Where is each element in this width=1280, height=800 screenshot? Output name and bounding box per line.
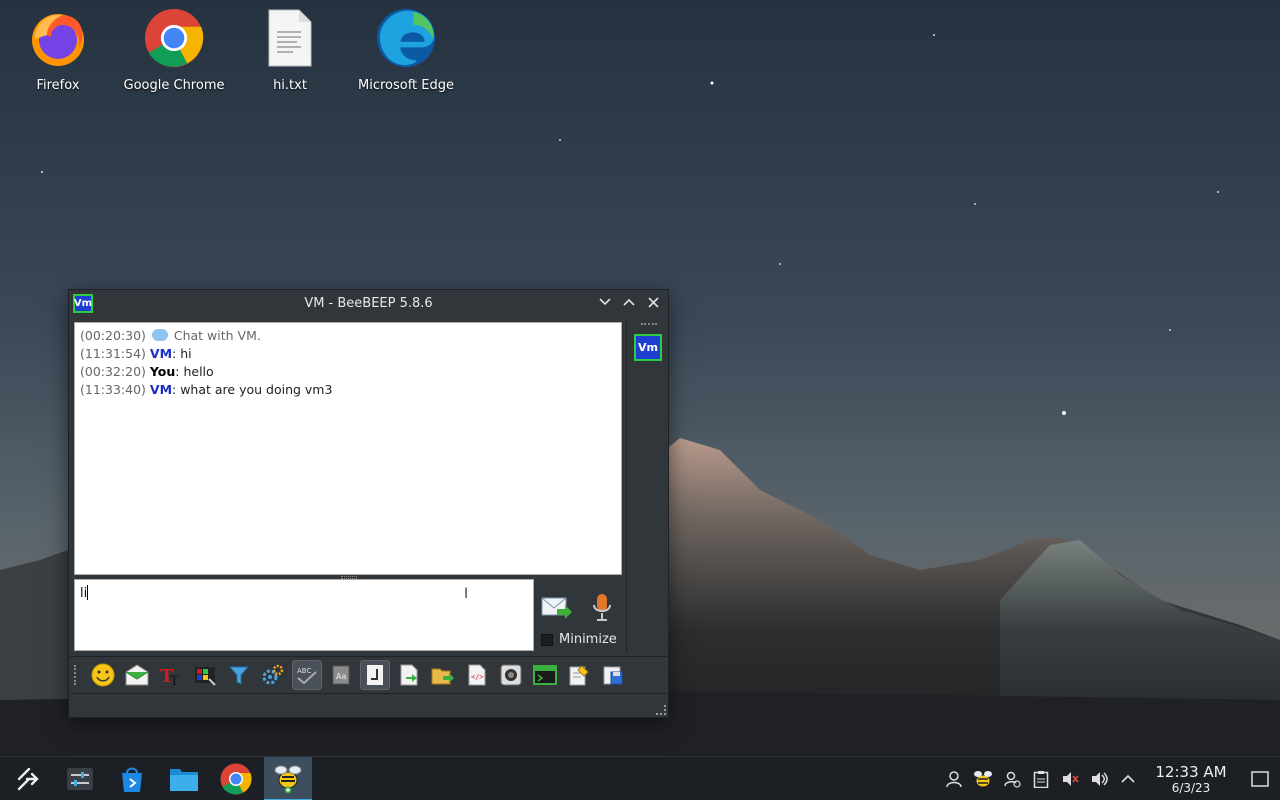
text-caret [87, 585, 89, 600]
sidebar-grip[interactable] [641, 323, 657, 327]
volume-icon[interactable] [1084, 757, 1113, 800]
user-icon[interactable] [939, 757, 968, 800]
voice-message-button[interactable] [591, 593, 613, 623]
user-sidebar: Vm [626, 320, 668, 653]
application-launcher-icon[interactable] [4, 757, 52, 800]
desktop-icon-firefox[interactable]: Firefox [0, 6, 116, 93]
audio-muted-icon[interactable] [1055, 757, 1084, 800]
settings-gears-icon[interactable] [258, 660, 288, 690]
word-completion-icon[interactable] [360, 660, 390, 690]
toolbar-grip[interactable] [74, 665, 78, 685]
discover-store-icon[interactable] [108, 757, 156, 800]
file-manager-icon[interactable] [160, 757, 208, 800]
open-mail-icon[interactable] [122, 660, 152, 690]
minimize-window-icon[interactable] [596, 293, 614, 311]
desktop-icon-hi-txt[interactable]: hi.txt [232, 6, 348, 93]
screenshot-icon[interactable] [496, 660, 526, 690]
message-text: : hi [172, 346, 192, 361]
clock-time: 12:33 AM [1155, 762, 1227, 781]
notes-edit-icon[interactable] [564, 660, 594, 690]
desktop-icon-microsoft-edge[interactable]: Microsoft Edge [348, 6, 464, 93]
beebeep-taskbar-icon[interactable] [264, 756, 312, 800]
emoticon-icon[interactable] [88, 660, 118, 690]
clock[interactable]: 12:33 AM 6/3/23 [1150, 762, 1232, 795]
send-file-icon[interactable] [394, 660, 424, 690]
resize-grip-icon[interactable] [656, 705, 666, 715]
message-timestamp: (00:32:20) [80, 364, 146, 379]
minimize-label: Minimize [559, 632, 617, 647]
message-input-text: li [80, 586, 88, 601]
status-bar [69, 695, 668, 717]
chat-history[interactable]: (00:20:30) Chat with VM. (11:31:54) VM: … [74, 322, 622, 575]
desktop-icon-label: Google Chrome [123, 78, 225, 93]
svg-text:T: T [170, 674, 179, 687]
message-sender: VM [149, 346, 173, 361]
taskbar: 12:33 AM 6/3/23 [0, 756, 1280, 800]
chat-toolbar: TT ABC Aa </> [70, 656, 667, 694]
filter-icon[interactable] [224, 660, 254, 690]
firefox-icon [28, 6, 88, 70]
maximize-window-icon[interactable] [620, 293, 638, 311]
desktop-icon-label: hi.txt [273, 78, 307, 93]
chat-message: (11:31:54) VM: hi [80, 345, 616, 363]
message-text: Chat with VM. [173, 328, 261, 343]
chat-message: (00:20:30) Chat with VM. [80, 327, 616, 345]
window-title: VM - BeeBEEP 5.8.6 [304, 295, 433, 311]
color-picker-icon[interactable] [190, 660, 220, 690]
message-input[interactable]: li I [74, 579, 534, 651]
chevron-up-icon[interactable] [1113, 757, 1142, 800]
chat-message: (00:32:20) You: hello [80, 363, 616, 381]
system-settings-icon[interactable] [56, 757, 104, 800]
send-message-button[interactable] [541, 595, 573, 621]
font-icon[interactable]: TT [156, 660, 186, 690]
message-text: : what are you doing vm3 [172, 382, 333, 397]
desktop-icon-label: Microsoft Edge [357, 78, 454, 93]
message-timestamp: (00:20:30) [80, 328, 146, 343]
dictionary-icon[interactable]: Aa [326, 660, 356, 690]
user-avatar-vm[interactable]: Vm [634, 334, 662, 361]
svg-text:Aa: Aa [336, 672, 346, 681]
message-timestamp: (11:33:40) [80, 382, 146, 397]
beebeep-tray-icon[interactable] [968, 757, 997, 800]
ibeam-cursor-icon: I [464, 586, 469, 602]
desktop-icon-label: Firefox [36, 78, 80, 93]
svg-text:</>: </> [471, 673, 484, 681]
message-text: : hello [175, 364, 214, 379]
save-chat-icon[interactable] [598, 660, 628, 690]
chat-message: (11:33:40) VM: what are you doing vm3 [80, 381, 616, 399]
message-sender: You [149, 364, 176, 379]
desktop-icon-google-chrome[interactable]: Google Chrome [116, 6, 232, 93]
minimize-checkbox[interactable] [541, 633, 553, 646]
beebeep-chat-window[interactable]: Vm VM - BeeBEEP 5.8.6 (00:20:30) Chat wi… [68, 289, 669, 718]
message-timestamp: (11:31:54) [80, 346, 146, 361]
chrome-taskbar-icon[interactable] [212, 757, 260, 800]
text-file-icon [260, 6, 320, 70]
clipboard-icon[interactable] [1026, 757, 1055, 800]
show-desktop-icon[interactable] [1240, 757, 1280, 800]
window-titlebar[interactable]: Vm VM - BeeBEEP 5.8.6 [69, 290, 668, 316]
chrome-icon [144, 6, 204, 70]
send-folder-icon[interactable] [428, 660, 458, 690]
svg-text:ABC: ABC [297, 667, 311, 675]
terminal-icon[interactable] [530, 660, 560, 690]
edge-icon [376, 6, 436, 70]
html-code-icon[interactable]: </> [462, 660, 492, 690]
chat-bubble-icon [151, 329, 168, 341]
spellcheck-icon[interactable]: ABC [292, 660, 322, 690]
clock-date: 6/3/23 [1171, 780, 1211, 795]
message-sender: VM [149, 382, 173, 397]
system-tray: 12:33 AM 6/3/23 [939, 757, 1280, 800]
minimize-option[interactable]: Minimize [541, 632, 617, 647]
user-status-icon[interactable] [997, 757, 1026, 800]
close-window-icon[interactable] [644, 293, 662, 311]
